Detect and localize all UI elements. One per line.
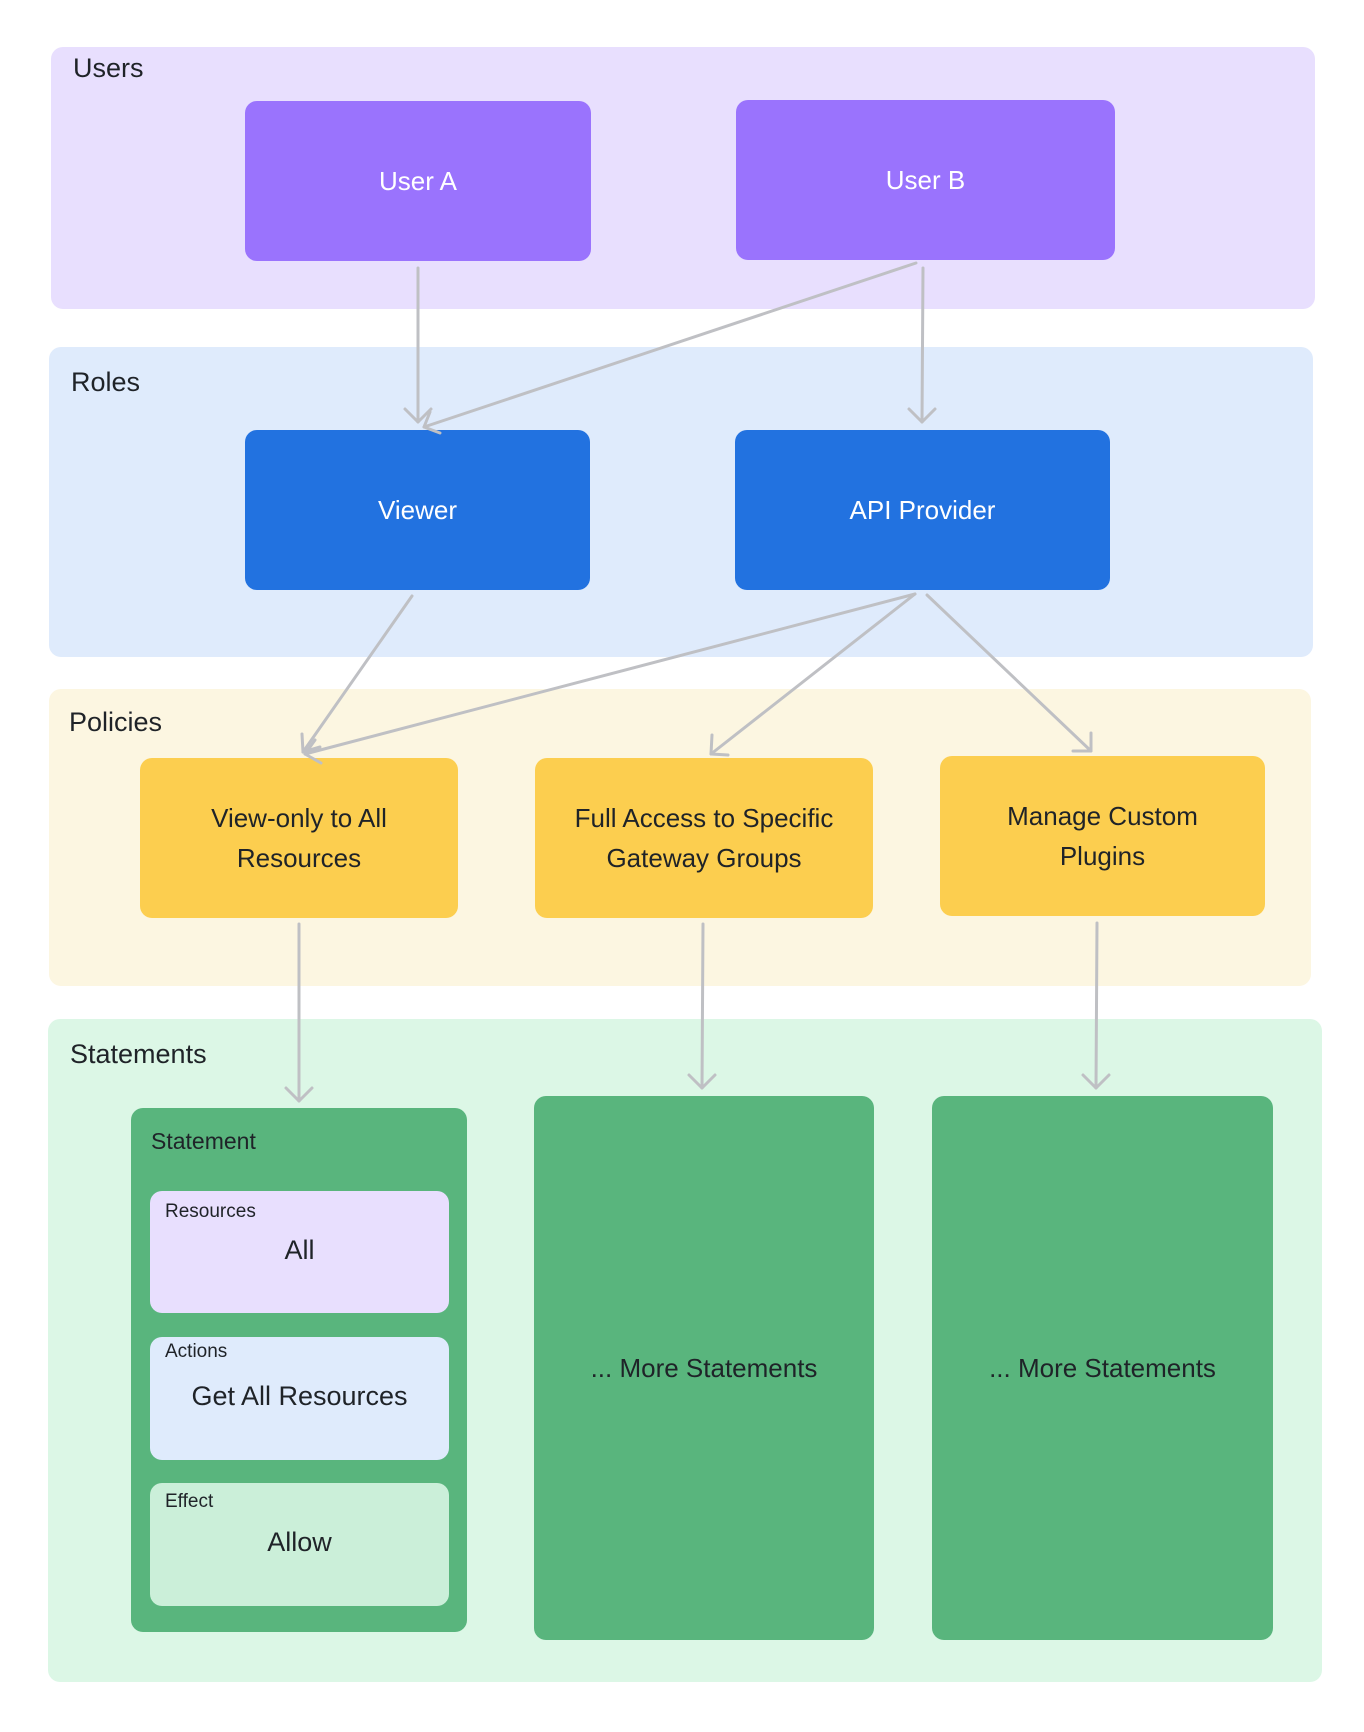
policy-full-access-line1: Full Access to Specific (574, 803, 834, 833)
api-provider-role-label: API Provider (849, 495, 996, 525)
viewer-role-label: Viewer (377, 495, 457, 525)
actions-field-value: Get All Resources (191, 1381, 408, 1411)
users-panel: Users (51, 47, 1315, 309)
user-b-node[interactable]: User B (736, 100, 1115, 260)
more-statements-label-2: ... More Statements (989, 1352, 1216, 1383)
user-a-label: User A (378, 166, 458, 196)
policies-section-label: Policies (69, 707, 163, 737)
viewer-role-node[interactable]: Viewer (245, 430, 590, 590)
user-b-label: User B (885, 165, 966, 195)
policy-view-only-line2: Resources (236, 843, 362, 873)
policy-full-access-node[interactable]: Full Access to Specific Gateway Groups (535, 758, 873, 918)
policy-manage-plugins-line2: Plugins (1059, 841, 1146, 871)
api-provider-role-node[interactable]: API Provider (735, 430, 1110, 590)
user-a-node[interactable]: User A (245, 101, 591, 261)
users-section-label: Users (73, 53, 144, 83)
more-statements-node-2[interactable]: ... More Statements (932, 1096, 1273, 1640)
resources-field-label: Resources (165, 1201, 256, 1222)
statement-title: Statement (151, 1128, 256, 1154)
roles-panel: Roles (49, 347, 1313, 657)
policy-manage-plugins-line1: Manage Custom (1007, 801, 1198, 831)
more-statements-node-1[interactable]: ... More Statements (534, 1096, 874, 1640)
effect-field-value: Allow (267, 1527, 332, 1557)
resources-field: Resources All (150, 1191, 449, 1313)
statements-section-label: Statements (70, 1039, 207, 1069)
actions-field: Actions Get All Resources (150, 1337, 449, 1460)
policy-view-only-node[interactable]: View-only to All Resources (140, 758, 458, 918)
policy-manage-plugins-node[interactable]: Manage Custom Plugins (940, 756, 1265, 916)
statement-node[interactable]: Statement Resources All Actions Get All … (131, 1108, 467, 1632)
policy-full-access-line2: Gateway Groups (606, 843, 802, 873)
actions-field-label: Actions (165, 1341, 228, 1362)
roles-section-label: Roles (71, 367, 141, 397)
more-statements-label-1: ... More Statements (590, 1352, 818, 1383)
effect-field: Effect Allow (150, 1483, 449, 1606)
resources-field-value: All (284, 1235, 315, 1265)
policy-view-only-line1: View-only to All (211, 803, 387, 833)
effect-field-label: Effect (165, 1491, 214, 1512)
